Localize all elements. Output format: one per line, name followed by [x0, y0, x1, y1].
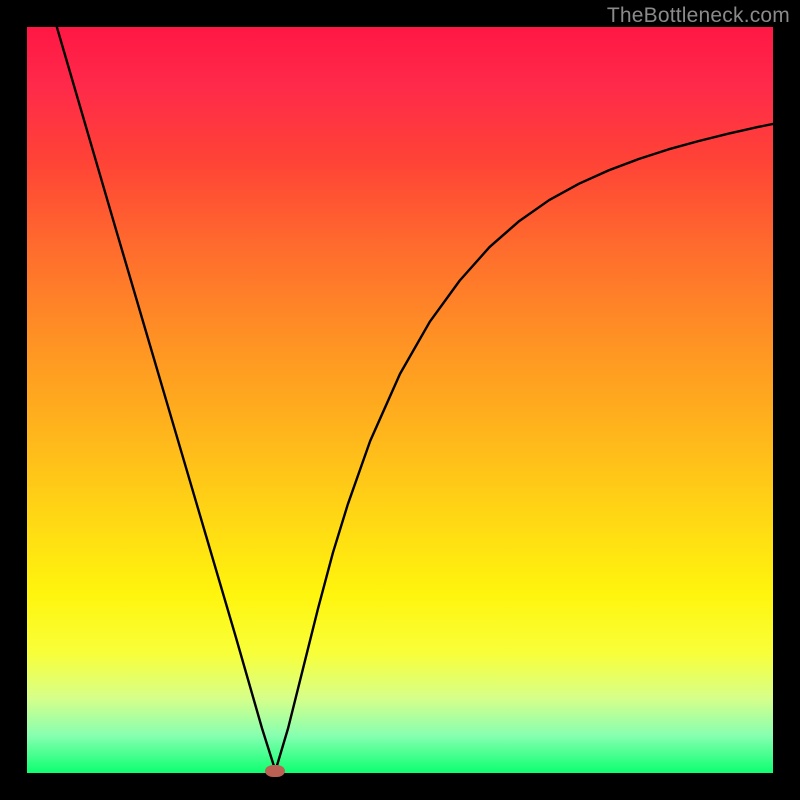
bottleneck-curve [0, 0, 800, 800]
watermark-text: TheBottleneck.com [607, 4, 790, 28]
minimum-marker [265, 765, 285, 777]
chart-canvas: TheBottleneck.com [0, 0, 800, 800]
